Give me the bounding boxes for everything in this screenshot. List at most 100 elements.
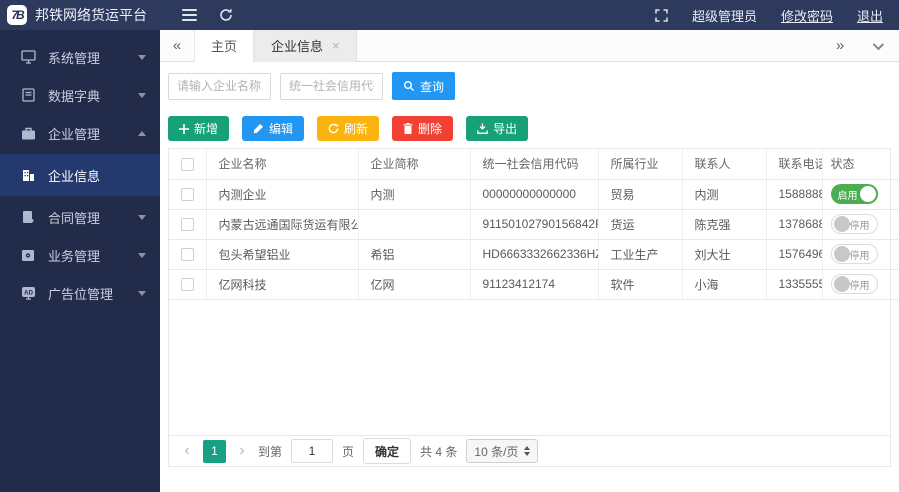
sidebar-item-system-management[interactable]: 系统管理 <box>0 38 160 76</box>
current-page-button[interactable]: 1 <box>203 439 226 463</box>
cell-credit-code: 00000000000000 <box>470 179 599 210</box>
top-header: 7B 邦铁网络货运平台 超级管理员 修改密码 退出 <box>0 0 899 30</box>
cell-industry: 软件 <box>598 269 683 300</box>
export-button[interactable]: 导出 <box>466 116 529 141</box>
chevron-down-icon <box>138 252 146 258</box>
cell-status: 停用 <box>822 239 898 270</box>
edit-button[interactable]: 编辑 <box>242 116 305 141</box>
dictionary-icon <box>20 87 36 103</box>
cell-industry: 工业生产 <box>598 239 683 270</box>
tabs-scroll-right-icon[interactable]: » <box>823 37 857 54</box>
next-page-icon[interactable]: › <box>235 443 249 459</box>
goto-page-suffix: 页 <box>342 444 355 459</box>
tab-bar: « 主页 企业信息 × » <box>160 29 899 62</box>
sidebar-item-enterprise-management[interactable]: 企业管理 <box>0 114 160 152</box>
col-status: 状态 <box>822 149 898 180</box>
refresh-button[interactable]: 刷新 <box>317 116 380 141</box>
tab-enterprise-info[interactable]: 企业信息 × <box>254 29 357 62</box>
svg-text:AD: AD <box>24 290 33 297</box>
cell-industry: 贸易 <box>598 179 683 210</box>
prev-page-icon[interactable]: ‹ <box>180 443 194 459</box>
delete-button[interactable]: 删除 <box>392 116 454 141</box>
select-all-cell <box>169 149 207 180</box>
ad-icon: AD <box>20 285 36 301</box>
goto-page-input[interactable] <box>291 439 334 463</box>
goto-confirm-button[interactable]: 确定 <box>363 438 412 464</box>
chevron-up-icon <box>138 130 146 136</box>
col-short-name: 企业简称 <box>358 149 471 180</box>
plus-icon <box>179 123 189 134</box>
trash-icon <box>403 123 413 134</box>
cell-contact: 内测 <box>682 179 767 210</box>
cell-short-name <box>358 209 471 240</box>
page-size-select[interactable]: 10 条/页 <box>466 439 539 463</box>
sidebar-item-business-management[interactable]: 业务管理 <box>0 236 160 274</box>
tab-close-icon[interactable]: × <box>332 38 340 53</box>
row-select-cell <box>169 209 207 240</box>
chevron-down-icon <box>138 214 146 220</box>
app-window: 7B 邦铁网络货运平台 超级管理员 修改密码 退出 系统管理 数据字典 企业管理… <box>0 0 899 492</box>
table-body: 内测企业内测00000000000000贸易内测15888888启用内蒙古远通国… <box>169 179 898 300</box>
cell-company-name: 内蒙古远通国际货运有限公司 <box>206 209 359 240</box>
cell-status: 停用 <box>822 269 898 300</box>
col-company-name: 企业名称 <box>206 149 359 180</box>
query-button-label: 查询 <box>419 79 444 94</box>
sidebar-item-ad-management[interactable]: AD 广告位管理 <box>0 274 160 312</box>
credit-code-input[interactable] <box>280 72 383 100</box>
status-toggle[interactable]: 停用 <box>830 214 878 234</box>
row-checkbox[interactable] <box>181 218 194 232</box>
header-right: 超级管理员 修改密码 退出 <box>655 6 899 25</box>
pencil-icon <box>253 124 264 134</box>
building-icon <box>20 167 36 183</box>
status-toggle[interactable]: 停用 <box>830 244 878 264</box>
toolbar: 新增 编辑 刷新 删除 导出 <box>168 116 891 141</box>
sidebar-item-contract-management[interactable]: 合同管理 <box>0 198 160 236</box>
cell-status: 启用 <box>822 179 898 210</box>
cell-credit-code: 91150102790156842F <box>470 209 599 240</box>
row-checkbox[interactable] <box>181 188 194 202</box>
tab-home[interactable]: 主页 <box>194 29 255 62</box>
query-button[interactable]: 查询 <box>392 72 455 100</box>
row-select-cell <box>169 269 207 300</box>
sidebar-item-label: 合同管理 <box>48 210 101 226</box>
row-select-cell <box>169 239 207 270</box>
cell-company-name: 包头希望铝业 <box>206 239 359 270</box>
export-button-label: 导出 <box>493 122 518 136</box>
company-name-input[interactable] <box>168 72 271 100</box>
change-password-link[interactable]: 修改密码 <box>781 6 833 25</box>
page-content: 查询 新增 编辑 刷新 删除 <box>160 62 899 492</box>
table-header-row: 企业名称 企业简称 统一社会信用代码 所属行业 联系人 联系电话 状态 <box>169 149 898 180</box>
tabs-menu-chevron-icon[interactable] <box>872 38 885 50</box>
select-all-checkbox[interactable] <box>181 157 194 171</box>
col-industry: 所属行业 <box>598 149 683 180</box>
row-checkbox[interactable] <box>181 248 194 262</box>
fullscreen-icon[interactable] <box>655 8 668 22</box>
select-arrows-icon <box>524 446 531 456</box>
cell-company-name: 内测企业 <box>206 179 359 210</box>
logo-area: 7B 邦铁网络货运平台 <box>0 5 160 25</box>
logout-link[interactable]: 退出 <box>857 6 883 25</box>
sidebar-item-data-dictionary[interactable]: 数据字典 <box>0 76 160 114</box>
cell-contact: 陈克强 <box>682 209 767 240</box>
sidebar-item-label: 系统管理 <box>48 50 101 66</box>
table-row: 内测企业内测00000000000000贸易内测15888888启用 <box>169 179 898 210</box>
cell-phone: 15764967 <box>766 239 823 270</box>
business-icon <box>20 247 36 263</box>
cell-short-name: 亿网 <box>358 269 471 300</box>
table-row: 内蒙古远通国际货运有限公司 91150102790156842F货运陈克强1378… <box>169 209 898 240</box>
search-icon <box>403 81 415 92</box>
status-toggle[interactable]: 停用 <box>830 274 878 294</box>
sidebar-collapse-icon[interactable] <box>182 9 197 21</box>
row-select-cell <box>169 179 207 210</box>
sidebar-item-label: 广告位管理 <box>48 286 114 302</box>
tabbar-right-controls: » <box>823 37 899 54</box>
tabs-scroll-left-icon[interactable]: « <box>160 37 194 54</box>
main-panel: « 主页 企业信息 × » 查询 <box>160 29 899 492</box>
cell-contact: 刘大壮 <box>682 239 767 270</box>
add-button[interactable]: 新增 <box>168 116 230 141</box>
row-checkbox[interactable] <box>181 278 194 292</box>
refresh-page-icon[interactable] <box>219 8 233 22</box>
sidebar-item-enterprise-info[interactable]: 企业信息 <box>0 154 160 196</box>
col-phone: 联系电话 <box>766 149 823 180</box>
status-toggle[interactable]: 启用 <box>830 184 878 204</box>
